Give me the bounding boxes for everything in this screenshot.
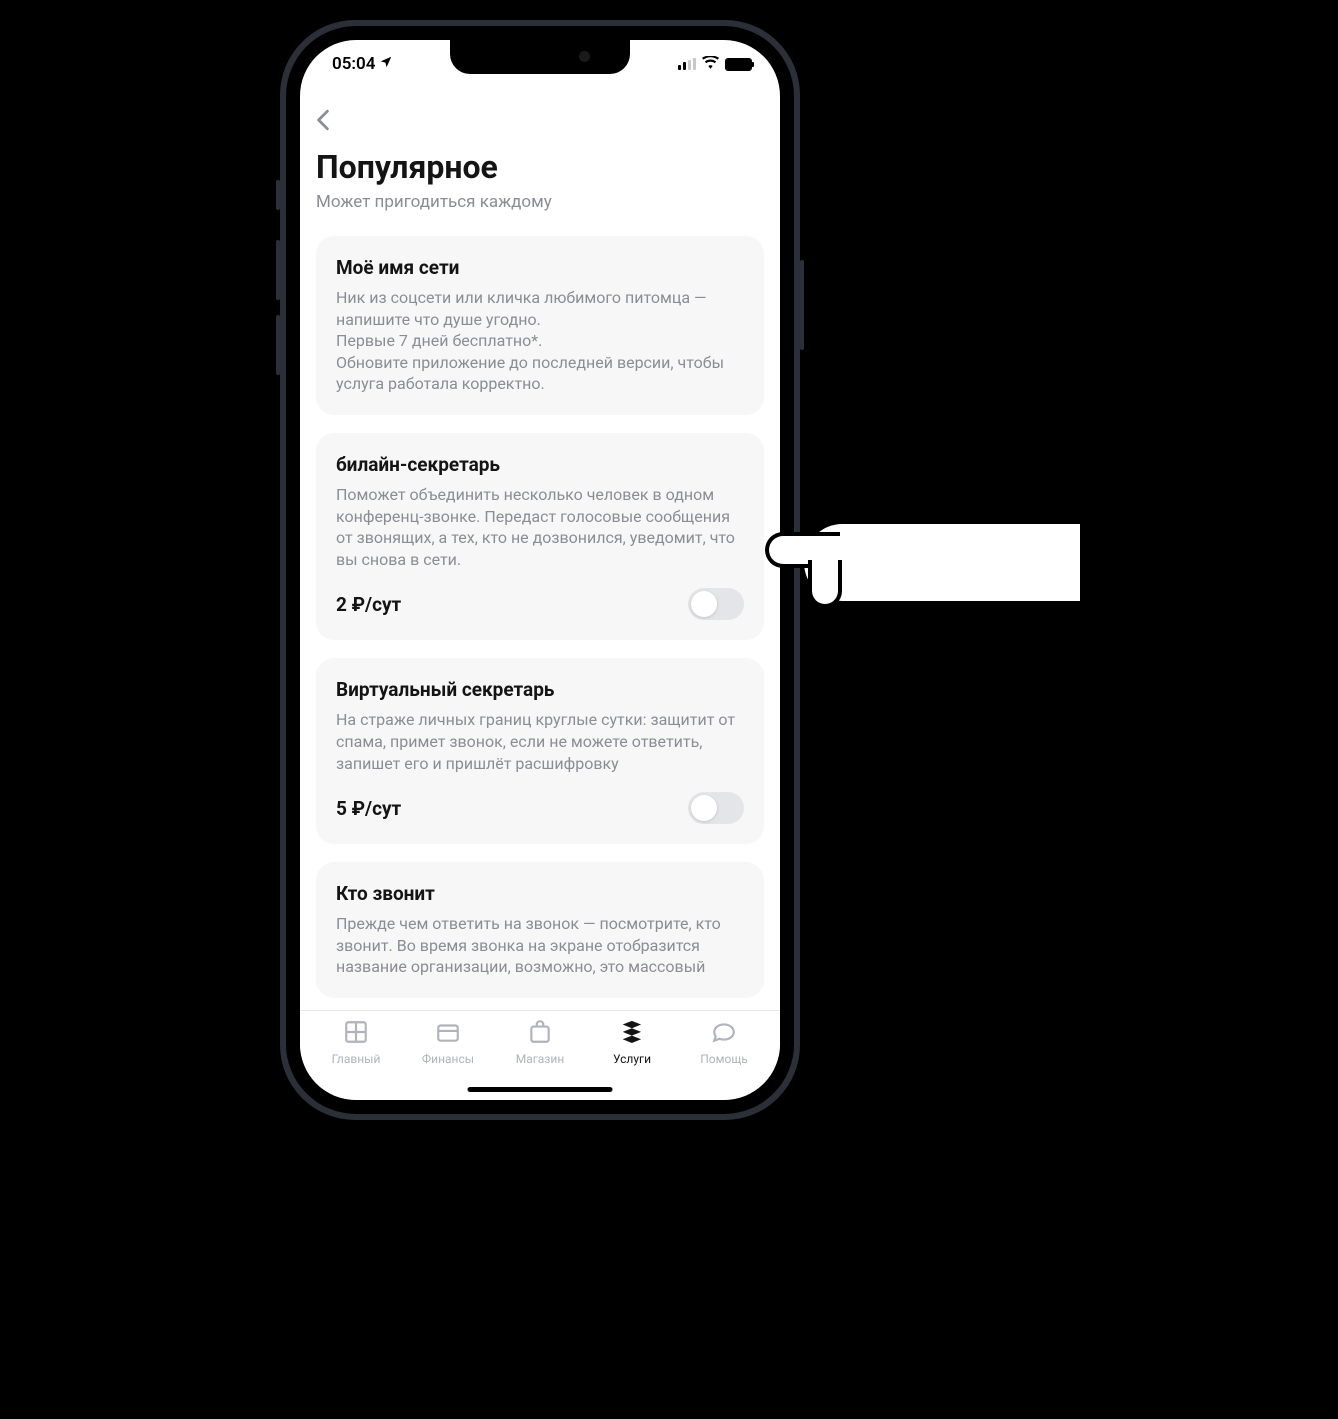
- service-toggle[interactable]: [688, 588, 744, 620]
- pointing-hand-illustration: [760, 500, 1080, 620]
- back-button[interactable]: [316, 100, 356, 140]
- battery-icon: [725, 58, 752, 71]
- tab-помощь[interactable]: Помощь: [684, 1019, 764, 1100]
- tab-label: Главный: [332, 1052, 381, 1066]
- card-footer: 5 ₽/сут: [336, 792, 744, 824]
- service-card[interactable]: Виртуальный секретарь На страже личных гр…: [316, 658, 764, 844]
- home-indicator[interactable]: [468, 1087, 613, 1092]
- card-description: Прежде чем ответить на звонок — посмотри…: [336, 913, 744, 978]
- phone-notch: [450, 40, 630, 74]
- tab-label: Магазин: [516, 1052, 565, 1066]
- page-subtitle: Может пригодиться каждому: [316, 192, 764, 212]
- wifi-icon: [702, 54, 719, 74]
- service-toggle[interactable]: [688, 792, 744, 824]
- service-card[interactable]: Кто звонит Прежде чем ответить на звонок …: [316, 862, 764, 998]
- card-title: билайн-секретарь: [336, 453, 744, 476]
- card-description: Поможет объединить несколько человек в о…: [336, 484, 744, 570]
- service-card[interactable]: Моё имя сети Ник из соцсети или кличка лю…: [316, 236, 764, 415]
- tab-label: Финансы: [422, 1052, 474, 1066]
- status-time: 05:04: [332, 54, 375, 74]
- services-icon: [619, 1019, 645, 1049]
- card-title: Виртуальный секретарь: [336, 678, 744, 701]
- content-area: Популярное Может пригодиться каждому Моё…: [300, 88, 780, 1010]
- signal-icon: [678, 58, 696, 70]
- help-icon: [711, 1019, 737, 1049]
- shop-icon: [527, 1019, 553, 1049]
- location-arrow-icon: [379, 55, 393, 73]
- power-button: [800, 260, 804, 350]
- tab-label: Помощь: [700, 1052, 748, 1066]
- card-description: Ник из соцсети или кличка любимого питом…: [336, 287, 744, 395]
- card-price: 5 ₽/сут: [336, 797, 401, 820]
- card-title: Кто звонит: [336, 882, 744, 905]
- wallet-icon: [435, 1019, 461, 1049]
- tab-главный[interactable]: Главный: [316, 1019, 396, 1100]
- card-price: 2 ₽/сут: [336, 593, 401, 616]
- card-footer: 2 ₽/сут: [336, 588, 744, 620]
- tab-label: Услуги: [613, 1052, 651, 1066]
- phone-mockup: 05:04: [280, 20, 800, 1120]
- home-icon: [343, 1019, 369, 1049]
- card-description: На страже личных границ круглые сутки: з…: [336, 709, 744, 774]
- card-title: Моё имя сети: [336, 256, 744, 279]
- service-card[interactable]: билайн-секретарь Поможет объединить неско…: [316, 433, 764, 640]
- page-title: Популярное: [316, 148, 764, 186]
